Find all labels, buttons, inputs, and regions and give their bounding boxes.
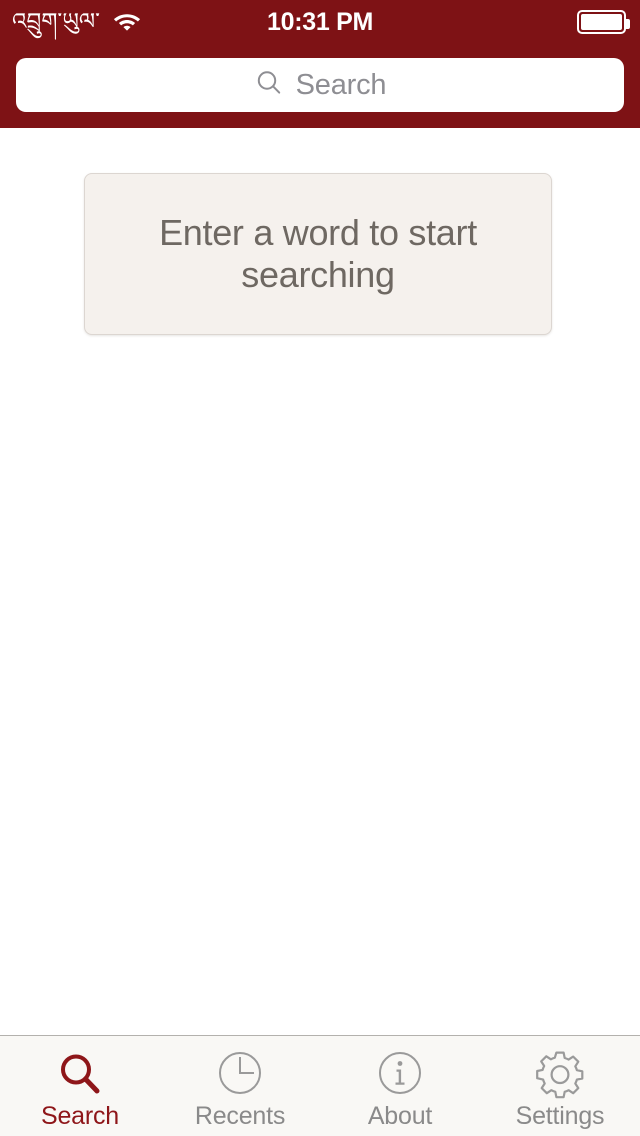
gear-icon (532, 1047, 588, 1103)
tab-search[interactable]: Search (0, 1036, 160, 1136)
tab-settings-label: Settings (515, 1102, 605, 1130)
tab-search-label: Search (40, 1102, 119, 1130)
empty-state-card: Enter a word to start searching (84, 173, 552, 335)
info-icon (372, 1047, 428, 1103)
status-bar: འབྲུག་ཡུལ་ 10:31 PM (0, 0, 640, 44)
status-bar-right (577, 10, 630, 34)
battery-level-fill (581, 14, 622, 30)
search-bar-container: Search (16, 58, 624, 112)
empty-state-message: Enter a word to start searching (159, 211, 477, 295)
magnifier-icon (52, 1047, 108, 1103)
battery-nub (626, 19, 630, 29)
main-content: Enter a word to start searching (0, 128, 640, 1035)
tab-about[interactable]: About (320, 1036, 480, 1136)
battery-icon (577, 10, 630, 34)
app-header: འབྲུག་ཡུལ་ 10:31 PM Search (0, 0, 640, 128)
search-icon (254, 68, 284, 103)
clock-icon (212, 1047, 268, 1103)
tab-recents[interactable]: Recents (160, 1036, 320, 1136)
status-bar-clock: 10:31 PM (267, 7, 373, 36)
tab-about-label: About (367, 1102, 433, 1130)
search-placeholder-text: Search (295, 68, 387, 101)
search-input[interactable]: Search (16, 58, 624, 112)
tab-bar: Search Recents About Settings (0, 1035, 640, 1136)
tab-recents-label: Recents (194, 1102, 286, 1130)
tab-settings[interactable]: Settings (480, 1036, 640, 1136)
